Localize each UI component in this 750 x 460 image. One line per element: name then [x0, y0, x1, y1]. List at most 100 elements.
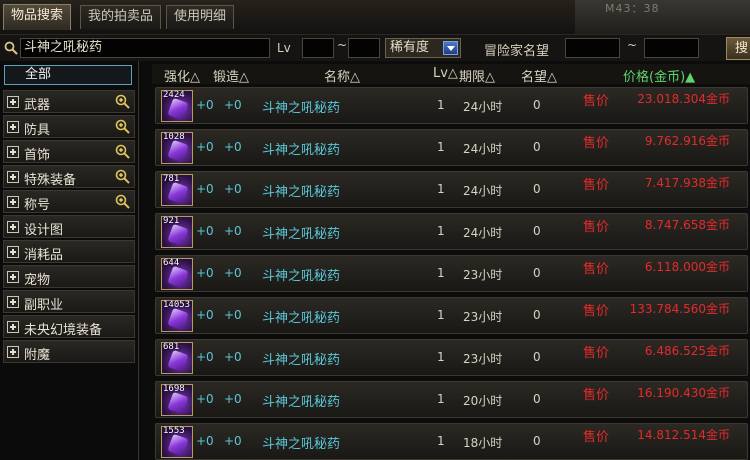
- sidebar-item-5[interactable]: 设计图: [3, 215, 135, 238]
- zoom-in-icon[interactable]: [115, 144, 130, 159]
- expand-plus-icon[interactable]: [7, 146, 19, 158]
- sidebar-item-6[interactable]: 消耗品: [3, 240, 135, 263]
- category-all[interactable]: 全部: [4, 65, 132, 85]
- reputation-max-input[interactable]: [644, 38, 699, 58]
- sell-price-label: 售价: [583, 178, 610, 193]
- tab-bar: M43：38 物品搜索 我的拍卖品 使用明细: [0, 0, 750, 34]
- gem-graphic: [167, 223, 189, 247]
- item-duration: 23小时: [463, 310, 503, 324]
- item-name: 斗神之吼秘药: [262, 227, 341, 242]
- sell-price-label: 售价: [583, 262, 610, 277]
- sidebar-item-label: 宠物: [24, 273, 51, 288]
- sidebar-item-label: 特殊装备: [24, 173, 77, 188]
- col-lv[interactable]: Lv△: [433, 66, 458, 81]
- item-name: 斗神之吼秘药: [262, 269, 341, 284]
- potion-icon[interactable]: 1553: [161, 426, 193, 458]
- item-name: 斗神之吼秘药: [262, 395, 341, 410]
- sell-price-label: 售价: [583, 220, 610, 235]
- lv-min-input[interactable]: [302, 38, 334, 58]
- potion-icon[interactable]: 781: [161, 174, 193, 206]
- item-duration: 23小时: [463, 352, 503, 366]
- item-price: 23.018.304金币: [637, 92, 730, 106]
- col-duration[interactable]: 期限△: [459, 66, 495, 85]
- item-name-input[interactable]: 斗神之吼秘药: [20, 38, 270, 58]
- chevron-down-icon[interactable]: [443, 41, 458, 55]
- enhance-value: +0: [196, 98, 214, 112]
- expand-plus-icon[interactable]: [7, 296, 19, 308]
- item-quantity: 644: [163, 258, 180, 268]
- table-row[interactable]: 681 +0 +0 斗神之吼秘药 1 23小时 0 售价 6.486.525金币: [155, 339, 748, 376]
- col-enhance[interactable]: 强化△: [164, 66, 200, 85]
- search-button[interactable]: 搜: [726, 37, 750, 60]
- zoom-in-icon[interactable]: [115, 94, 130, 109]
- item-name: 斗神之吼秘药: [262, 353, 341, 368]
- potion-icon[interactable]: 14053: [161, 300, 193, 332]
- expand-plus-icon[interactable]: [7, 246, 19, 258]
- item-price: 6.486.525金币: [644, 344, 730, 358]
- item-name: 斗神之吼秘药: [262, 185, 341, 200]
- sidebar-item-label: 设计图: [24, 223, 64, 238]
- col-name[interactable]: 名称△: [324, 66, 360, 85]
- item-quantity: 681: [163, 342, 180, 352]
- sell-price-label: 售价: [583, 388, 610, 403]
- search-icon: [4, 41, 18, 55]
- sidebar-item-9[interactable]: 未央幻境装备: [3, 315, 135, 338]
- item-reputation: 0: [533, 224, 541, 238]
- forge-value: +0: [224, 266, 242, 280]
- tab-my-auctions[interactable]: 我的拍卖品: [80, 5, 162, 29]
- zoom-in-icon[interactable]: [115, 119, 130, 134]
- col-forge[interactable]: 锻造△: [213, 66, 249, 85]
- zoom-in-icon[interactable]: [115, 169, 130, 184]
- expand-plus-icon[interactable]: [7, 96, 19, 108]
- lv-max-input[interactable]: [348, 38, 380, 58]
- sidebar-item-label: 未央幻境装备: [24, 323, 103, 338]
- table-row[interactable]: 781 +0 +0 斗神之吼秘药 1 24小时 0 售价 7.417.938金币: [155, 171, 748, 208]
- table-row[interactable]: 1553 +0 +0 斗神之吼秘药 1 18小时 0 售价 14.812.514金币: [155, 423, 748, 460]
- expand-plus-icon[interactable]: [7, 321, 19, 333]
- sidebar-item-2[interactable]: 首饰: [3, 140, 135, 163]
- expand-plus-icon[interactable]: [7, 346, 19, 358]
- tab-item-search[interactable]: 物品搜索: [3, 4, 72, 30]
- sidebar-item-8[interactable]: 副职业: [3, 290, 135, 313]
- sidebar-item-3[interactable]: 特殊装备: [3, 165, 135, 188]
- rarity-select[interactable]: 稀有度: [385, 38, 461, 58]
- sidebar-item-10[interactable]: 附魔: [3, 340, 135, 363]
- sidebar-item-label: 防具: [24, 123, 51, 138]
- potion-icon[interactable]: 681: [161, 342, 193, 374]
- table-row[interactable]: 644 +0 +0 斗神之吼秘药 1 23小时 0 售价 6.118.000金币: [155, 255, 748, 292]
- sidebar-item-0[interactable]: 武器: [3, 90, 135, 113]
- seller-label: 冒险家名望: [484, 44, 550, 59]
- potion-icon[interactable]: 1698: [161, 384, 193, 416]
- item-price: 14.812.514金币: [637, 428, 730, 442]
- expand-plus-icon[interactable]: [7, 171, 19, 183]
- item-lv: 1: [437, 434, 445, 448]
- col-reputation[interactable]: 名望△: [521, 66, 557, 85]
- table-row[interactable]: 1698 +0 +0 斗神之吼秘药 1 20小时 0 售价 16.190.430金币: [155, 381, 748, 418]
- item-name: 斗神之吼秘药: [262, 143, 341, 158]
- col-price[interactable]: 价格(金币)▲: [623, 66, 695, 85]
- potion-icon[interactable]: 2424: [161, 90, 193, 122]
- potion-icon[interactable]: 1028: [161, 132, 193, 164]
- potion-icon[interactable]: 921: [161, 216, 193, 248]
- reputation-range-separator: ~: [627, 38, 638, 52]
- item-reputation: 0: [533, 350, 541, 364]
- expand-plus-icon[interactable]: [7, 271, 19, 283]
- tab-usage-details[interactable]: 使用明细: [166, 5, 235, 29]
- gem-graphic: [167, 349, 189, 373]
- reputation-min-input[interactable]: [565, 38, 620, 58]
- table-row[interactable]: 14053 +0 +0 斗神之吼秘药 1 23小时 0 售价 133.784.560金币: [155, 297, 748, 334]
- item-quantity: 921: [163, 216, 180, 226]
- potion-icon[interactable]: 644: [161, 258, 193, 290]
- zoom-in-icon[interactable]: [115, 194, 130, 209]
- expand-plus-icon[interactable]: [7, 221, 19, 233]
- item-duration: 24小时: [463, 184, 503, 198]
- expand-plus-icon[interactable]: [7, 121, 19, 133]
- lv-range-separator: ~: [337, 38, 348, 52]
- sidebar-item-7[interactable]: 宠物: [3, 265, 135, 288]
- sidebar-item-4[interactable]: 称号: [3, 190, 135, 213]
- table-row[interactable]: 2424 +0 +0 斗神之吼秘药 1 24小时 0 售价 23.018.304金币: [155, 87, 748, 124]
- sidebar-item-1[interactable]: 防具: [3, 115, 135, 138]
- table-row[interactable]: 921 +0 +0 斗神之吼秘药 1 24小时 0 售价 8.747.658金币: [155, 213, 748, 250]
- table-row[interactable]: 1028 +0 +0 斗神之吼秘药 1 24小时 0 售价 9.762.916金币: [155, 129, 748, 166]
- expand-plus-icon[interactable]: [7, 196, 19, 208]
